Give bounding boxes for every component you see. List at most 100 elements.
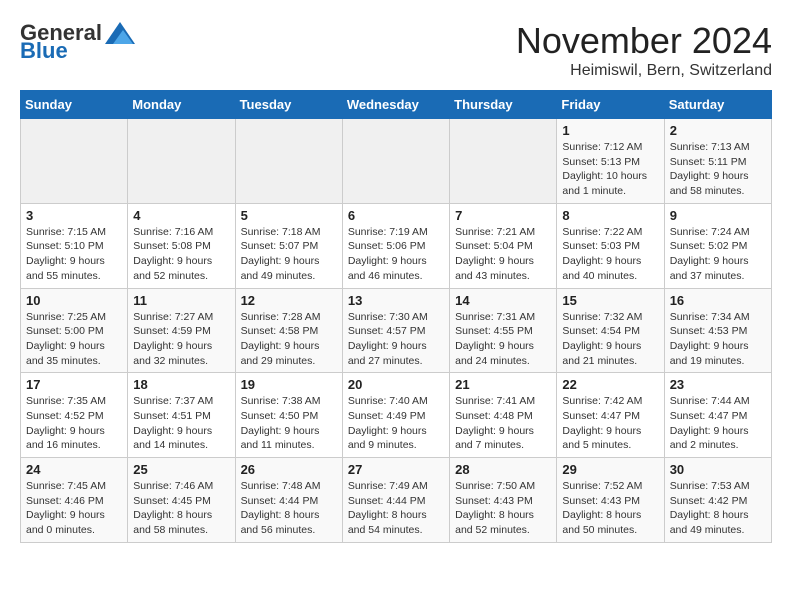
day-number: 14 (455, 293, 551, 308)
day-number: 21 (455, 377, 551, 392)
calendar-cell: 15Sunrise: 7:32 AMSunset: 4:54 PMDayligh… (557, 288, 664, 373)
day-info: Sunrise: 7:21 AMSunset: 5:04 PMDaylight:… (455, 225, 551, 284)
day-number: 22 (562, 377, 658, 392)
calendar-cell: 28Sunrise: 7:50 AMSunset: 4:43 PMDayligh… (450, 458, 557, 543)
calendar-cell: 6 Sunrise: 7:19 AMSunset: 5:06 PMDaylight… (342, 203, 449, 288)
day-info: Sunrise: 7:45 AMSunset: 4:46 PMDaylight:… (26, 479, 122, 538)
day-info: Sunrise: 7:12 AMSunset: 5:13 PMDaylight:… (562, 140, 658, 199)
month-title: November 2024 (516, 20, 772, 62)
subtitle: Heimiswil, Bern, Switzerland (516, 62, 772, 80)
header-monday: Monday (128, 91, 235, 119)
calendar-cell: 2Sunrise: 7:13 AMSunset: 5:11 PMDaylight… (664, 119, 771, 204)
day-info: Sunrise: 7:30 AMSunset: 4:57 PMDaylight:… (348, 310, 444, 369)
calendar-cell: 14Sunrise: 7:31 AMSunset: 4:55 PMDayligh… (450, 288, 557, 373)
calendar-cell: 19 Sunrise: 7:38 AMSunset: 4:50 PMDayligh… (235, 373, 342, 458)
calendar-cell: 11Sunrise: 7:27 AMSunset: 4:59 PMDayligh… (128, 288, 235, 373)
day-number: 13 (348, 293, 444, 308)
day-info: Sunrise: 7:13 AMSunset: 5:11 PMDaylight:… (670, 140, 766, 199)
day-number: 7 (455, 208, 551, 223)
day-info: Sunrise: 7:15 AMSunset: 5:10 PMDaylight:… (26, 225, 122, 284)
day-info: Sunrise: 7:52 AMSunset: 4:43 PMDaylight:… (562, 479, 658, 538)
day-info: Sunrise: 7:48 AMSunset: 4:44 PMDaylight:… (241, 479, 337, 538)
day-info: Sunrise: 7:46 AMSunset: 4:45 PMDaylight:… (133, 479, 229, 538)
calendar-cell: 30 Sunrise: 7:53 AMSunset: 4:42 PMDayligh… (664, 458, 771, 543)
calendar-cell: 20 Sunrise: 7:40 AMSunset: 4:49 PMDayligh… (342, 373, 449, 458)
day-info: Sunrise: 7:40 AMSunset: 4:49 PMDaylight:… (348, 394, 444, 453)
day-info: Sunrise: 7:16 AMSunset: 5:08 PMDaylight:… (133, 225, 229, 284)
day-info: Sunrise: 7:22 AMSunset: 5:03 PMDaylight:… (562, 225, 658, 284)
logo-blue: Blue (20, 38, 68, 64)
week-row-1: 3 Sunrise: 7:15 AMSunset: 5:10 PMDaylight… (21, 203, 772, 288)
logo-icon (105, 22, 135, 44)
day-info: Sunrise: 7:34 AMSunset: 4:53 PMDaylight:… (670, 310, 766, 369)
day-number: 11 (133, 293, 229, 308)
day-info: Sunrise: 7:25 AMSunset: 5:00 PMDaylight:… (26, 310, 122, 369)
calendar-cell: 13 Sunrise: 7:30 AMSunset: 4:57 PMDayligh… (342, 288, 449, 373)
day-number: 30 (670, 462, 766, 477)
calendar-cell: 3 Sunrise: 7:15 AMSunset: 5:10 PMDaylight… (21, 203, 128, 288)
day-number: 19 (241, 377, 337, 392)
calendar-cell: 16 Sunrise: 7:34 AMSunset: 4:53 PMDayligh… (664, 288, 771, 373)
calendar-cell (21, 119, 128, 204)
day-number: 26 (241, 462, 337, 477)
day-info: Sunrise: 7:18 AMSunset: 5:07 PMDaylight:… (241, 225, 337, 284)
calendar-cell: 27Sunrise: 7:49 AMSunset: 4:44 PMDayligh… (342, 458, 449, 543)
week-row-3: 17 Sunrise: 7:35 AMSunset: 4:52 PMDayligh… (21, 373, 772, 458)
week-row-0: 1 Sunrise: 7:12 AMSunset: 5:13 PMDaylight… (21, 119, 772, 204)
day-number: 28 (455, 462, 551, 477)
day-info: Sunrise: 7:28 AMSunset: 4:58 PMDaylight:… (241, 310, 337, 369)
day-number: 10 (26, 293, 122, 308)
calendar-cell: 24 Sunrise: 7:45 AMSunset: 4:46 PMDayligh… (21, 458, 128, 543)
day-number: 16 (670, 293, 766, 308)
day-info: Sunrise: 7:44 AMSunset: 4:47 PMDaylight:… (670, 394, 766, 453)
calendar-cell (450, 119, 557, 204)
calendar-cell (235, 119, 342, 204)
week-row-2: 10 Sunrise: 7:25 AMSunset: 5:00 PMDayligh… (21, 288, 772, 373)
calendar-cell: 23 Sunrise: 7:44 AMSunset: 4:47 PMDayligh… (664, 373, 771, 458)
calendar-cell: 25Sunrise: 7:46 AMSunset: 4:45 PMDayligh… (128, 458, 235, 543)
header-friday: Friday (557, 91, 664, 119)
day-number: 20 (348, 377, 444, 392)
calendar-cell: 5 Sunrise: 7:18 AMSunset: 5:07 PMDaylight… (235, 203, 342, 288)
header-thursday: Thursday (450, 91, 557, 119)
day-number: 8 (562, 208, 658, 223)
calendar-cell: 26 Sunrise: 7:48 AMSunset: 4:44 PMDayligh… (235, 458, 342, 543)
calendar-cell: 21 Sunrise: 7:41 AMSunset: 4:48 PMDayligh… (450, 373, 557, 458)
day-info: Sunrise: 7:37 AMSunset: 4:51 PMDaylight:… (133, 394, 229, 453)
day-number: 1 (562, 123, 658, 138)
day-info: Sunrise: 7:53 AMSunset: 4:42 PMDaylight:… (670, 479, 766, 538)
day-number: 29 (562, 462, 658, 477)
calendar-cell (128, 119, 235, 204)
day-number: 5 (241, 208, 337, 223)
calendar-header-row: SundayMondayTuesdayWednesdayThursdayFrid… (21, 91, 772, 119)
header-saturday: Saturday (664, 91, 771, 119)
week-row-4: 24 Sunrise: 7:45 AMSunset: 4:46 PMDayligh… (21, 458, 772, 543)
logo: General Blue (20, 20, 135, 64)
day-info: Sunrise: 7:41 AMSunset: 4:48 PMDaylight:… (455, 394, 551, 453)
calendar-cell: 29 Sunrise: 7:52 AMSunset: 4:43 PMDayligh… (557, 458, 664, 543)
calendar-cell (342, 119, 449, 204)
day-number: 3 (26, 208, 122, 223)
calendar-body: 1 Sunrise: 7:12 AMSunset: 5:13 PMDaylight… (21, 119, 772, 543)
day-number: 15 (562, 293, 658, 308)
calendar-cell: 9 Sunrise: 7:24 AMSunset: 5:02 PMDaylight… (664, 203, 771, 288)
day-number: 23 (670, 377, 766, 392)
calendar-cell: 8 Sunrise: 7:22 AMSunset: 5:03 PMDaylight… (557, 203, 664, 288)
day-info: Sunrise: 7:19 AMSunset: 5:06 PMDaylight:… (348, 225, 444, 284)
day-number: 18 (133, 377, 229, 392)
calendar-cell: 7 Sunrise: 7:21 AMSunset: 5:04 PMDaylight… (450, 203, 557, 288)
day-info: Sunrise: 7:49 AMSunset: 4:44 PMDaylight:… (348, 479, 444, 538)
day-info: Sunrise: 7:42 AMSunset: 4:47 PMDaylight:… (562, 394, 658, 453)
day-number: 17 (26, 377, 122, 392)
day-number: 4 (133, 208, 229, 223)
day-info: Sunrise: 7:38 AMSunset: 4:50 PMDaylight:… (241, 394, 337, 453)
day-number: 6 (348, 208, 444, 223)
calendar-cell: 12Sunrise: 7:28 AMSunset: 4:58 PMDayligh… (235, 288, 342, 373)
day-info: Sunrise: 7:35 AMSunset: 4:52 PMDaylight:… (26, 394, 122, 453)
header: General Blue November 2024 Heimiswil, Be… (20, 20, 772, 80)
calendar-cell: 4 Sunrise: 7:16 AMSunset: 5:08 PMDaylight… (128, 203, 235, 288)
day-info: Sunrise: 7:24 AMSunset: 5:02 PMDaylight:… (670, 225, 766, 284)
calendar-cell: 1 Sunrise: 7:12 AMSunset: 5:13 PMDaylight… (557, 119, 664, 204)
day-number: 24 (26, 462, 122, 477)
day-number: 9 (670, 208, 766, 223)
